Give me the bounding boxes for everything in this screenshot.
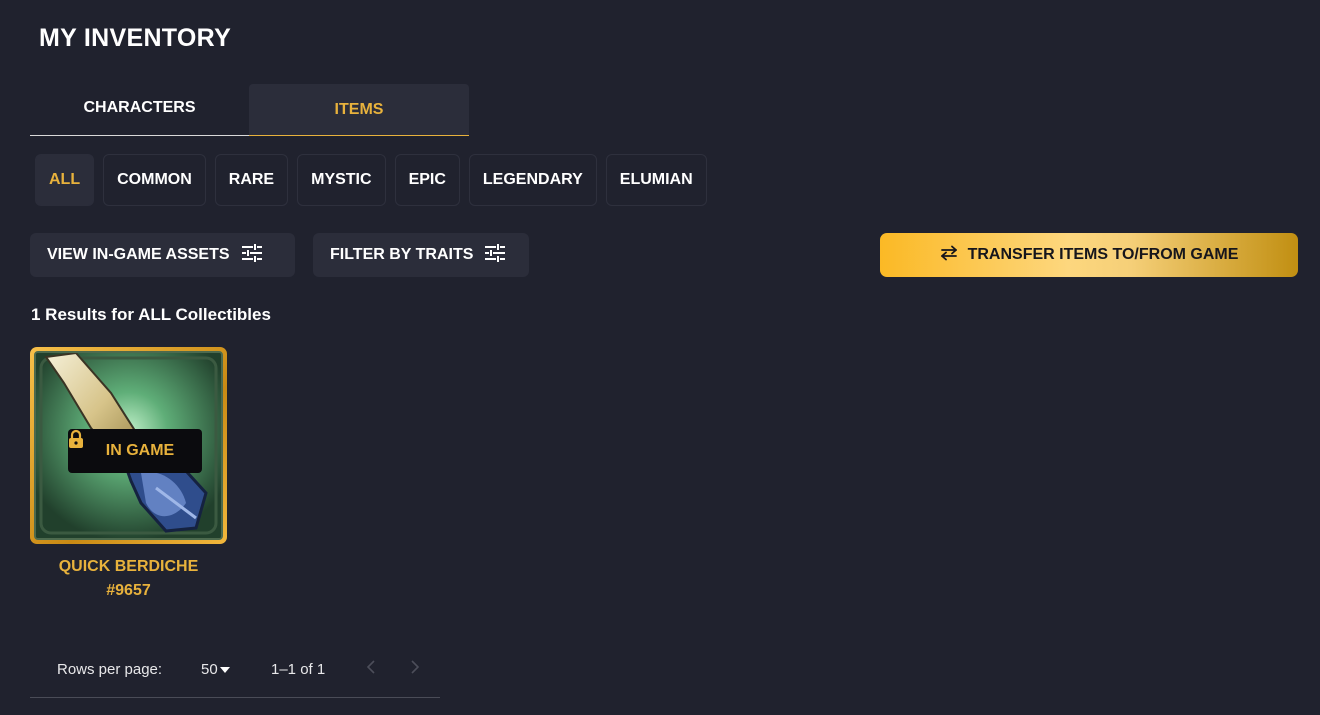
rarity-filter-all[interactable]: ALL (35, 154, 95, 206)
view-in-game-assets-button[interactable]: VIEW IN-GAME ASSETS (30, 233, 295, 277)
in-game-label: IN GAME (105, 442, 175, 459)
item-name-block: QUICK BERDICHE #9657 (30, 555, 227, 603)
item-image: IN GAME (34, 351, 223, 540)
next-page-icon[interactable] (410, 659, 420, 680)
item-id: #9657 (106, 582, 151, 599)
transfer-items-label: TRANSFER ITEMS TO/FROM GAME (967, 246, 1239, 263)
in-game-badge: IN GAME (68, 429, 202, 473)
inventory-tabs: CHARACTERS ITEMS (30, 84, 469, 136)
item-card[interactable]: IN GAME QUICK BERDICHE #9657 (30, 347, 227, 603)
rarity-filter-mystic[interactable]: MYSTIC (297, 154, 386, 206)
rarity-filter-rare[interactable]: RARE (214, 154, 289, 206)
rarity-filter-legendary[interactable]: LEGENDARY (468, 154, 597, 206)
tab-items-label: ITEMS (334, 100, 384, 118)
filter-by-traits-label: FILTER BY TRAITS (330, 246, 474, 263)
item-card-frame: IN GAME (30, 347, 227, 544)
page-range: 1–1 of 1 (271, 661, 326, 678)
transfer-items-button[interactable]: TRANSFER ITEMS TO/FROM GAME (880, 233, 1298, 277)
tab-characters-label: CHARACTERS (83, 98, 196, 116)
caret-down-icon (219, 661, 230, 678)
tab-characters[interactable]: CHARACTERS (30, 84, 249, 136)
pagination: Rows per page: 50 1–1 of 1 (30, 646, 440, 698)
rows-per-page-label: Rows per page: (57, 661, 163, 678)
results-count: 1 Results for ALL Collectibles (31, 305, 271, 324)
tab-items[interactable]: ITEMS (249, 84, 469, 136)
previous-page-icon[interactable] (366, 659, 376, 680)
swap-arrows-icon (940, 245, 958, 266)
rarity-filter-epic[interactable]: EPIC (394, 154, 460, 206)
sliders-icon (484, 243, 506, 268)
rarity-filter-bar: ALL COMMON RARE MYSTIC EPIC LEGENDARY EL… (35, 154, 707, 206)
rarity-filter-elumian[interactable]: ELUMIAN (605, 154, 707, 206)
page-title: MY INVENTORY (39, 24, 232, 52)
filter-by-traits-button[interactable]: FILTER BY TRAITS (313, 233, 529, 277)
rows-per-page-select[interactable]: 50 (201, 661, 230, 678)
item-name: QUICK BERDICHE (58, 558, 199, 575)
rarity-filter-common[interactable]: COMMON (103, 154, 206, 206)
sliders-icon (241, 243, 263, 268)
view-in-game-assets-label: VIEW IN-GAME ASSETS (47, 246, 230, 263)
rows-per-page-value: 50 (201, 661, 218, 678)
